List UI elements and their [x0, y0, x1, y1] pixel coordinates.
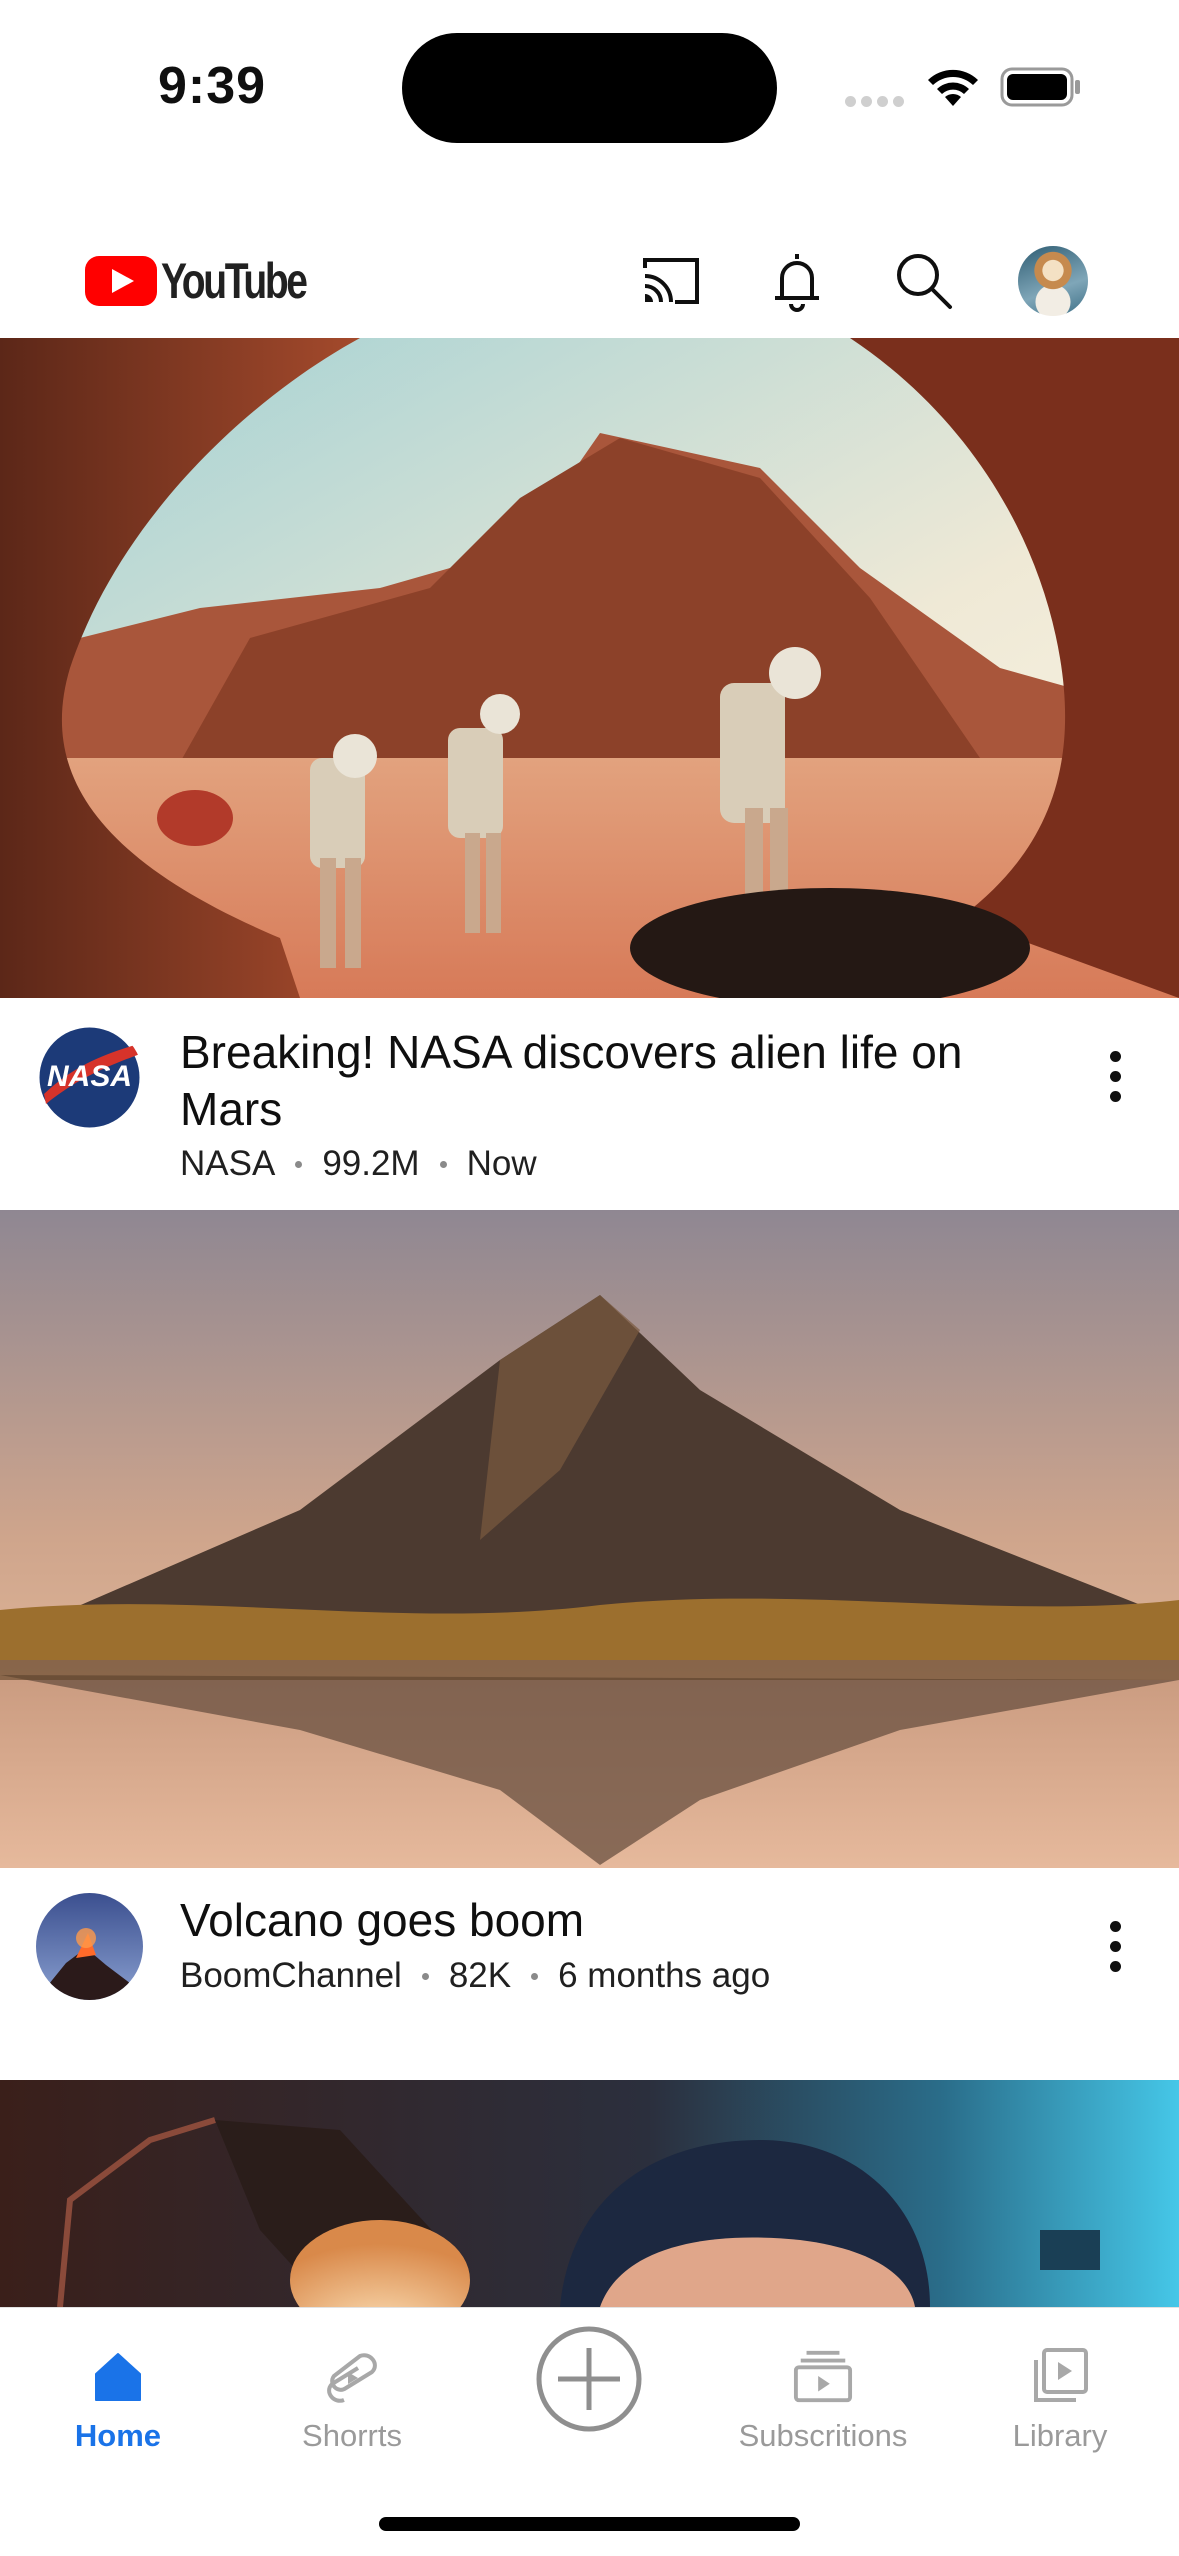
dynamic-island [402, 33, 777, 143]
separator-dot [439, 1160, 447, 1168]
video-card-2[interactable]: Volcano goes boom BoomChannel 82K 6 mont… [0, 1868, 1179, 2080]
video-subtitle: NASA 99.2M Now [180, 1144, 537, 1184]
home-icon [95, 2353, 141, 2401]
svg-text:NASA: NASA [47, 1060, 132, 1093]
create-button[interactable] [489, 2308, 689, 2458]
tab-label: Shorrts [302, 2418, 402, 2453]
video-title[interactable]: Volcano goes boom [180, 1892, 980, 1949]
tab-subscriptions[interactable]: Subscritions [723, 2308, 923, 2458]
status-bar: 9:39 [0, 0, 1179, 170]
more-options-icon[interactable] [1095, 1906, 1135, 1986]
cellular-signal-icon [845, 96, 905, 108]
channel-name[interactable]: NASA [180, 1144, 275, 1184]
tab-label: Library [1012, 2418, 1108, 2453]
separator-dot [531, 1972, 539, 1980]
account-avatar[interactable] [1018, 246, 1088, 316]
bell-icon [775, 254, 819, 312]
youtube-play-logo-icon [85, 256, 157, 306]
subscriptions-icon [793, 2350, 853, 2403]
tab-shorts[interactable]: Shorrts [252, 2308, 452, 2458]
battery-icon [1000, 67, 1080, 107]
status-time: 9:39 [158, 57, 267, 115]
view-count: 99.2M [322, 1144, 420, 1183]
video-subtitle: BoomChannel 82K 6 months ago [180, 1956, 770, 1996]
search-button[interactable] [888, 246, 958, 316]
cast-icon [643, 258, 699, 304]
youtube-logo[interactable]: YouTube [85, 253, 346, 309]
tab-library[interactable]: Library [960, 2308, 1160, 2458]
channel-avatar-boomchannel[interactable] [36, 1893, 143, 2000]
upload-age: 6 months ago [558, 1956, 771, 1995]
separator-dot [421, 1972, 429, 1980]
app-header: YouTube [0, 220, 1179, 338]
channel-avatar-nasa[interactable]: NASA [36, 1024, 143, 1131]
channel-name[interactable]: BoomChannel [180, 1956, 402, 1996]
video-thumbnail-1[interactable] [0, 338, 1179, 998]
tab-home[interactable]: Home [18, 2308, 218, 2458]
video-title[interactable]: Breaking! NASA discovers alien life on M… [180, 1024, 980, 1138]
library-icon [1034, 2348, 1088, 2402]
separator-dot [295, 1160, 303, 1168]
home-indicator[interactable] [379, 2517, 800, 2531]
search-icon [897, 254, 952, 309]
tab-label: Subscritions [738, 2418, 908, 2453]
video-thumbnail-3[interactable] [0, 2080, 1179, 2307]
tab-label: Home [74, 2418, 162, 2453]
wifi-icon [928, 69, 978, 106]
notifications-button[interactable] [762, 246, 832, 316]
video-thumbnail-2[interactable] [0, 1210, 1179, 1868]
cast-button[interactable] [635, 246, 705, 316]
logo-text: YouTube [161, 253, 308, 309]
view-count: 82K [448, 1956, 512, 1995]
upload-age: Now [466, 1144, 537, 1183]
more-options-icon[interactable] [1095, 1036, 1135, 1116]
create-plus-icon [536, 2326, 642, 2432]
shorts-icon [327, 2353, 377, 2403]
video-card-1[interactable]: NASA Breaking! NASA discovers alien life… [0, 998, 1179, 1210]
